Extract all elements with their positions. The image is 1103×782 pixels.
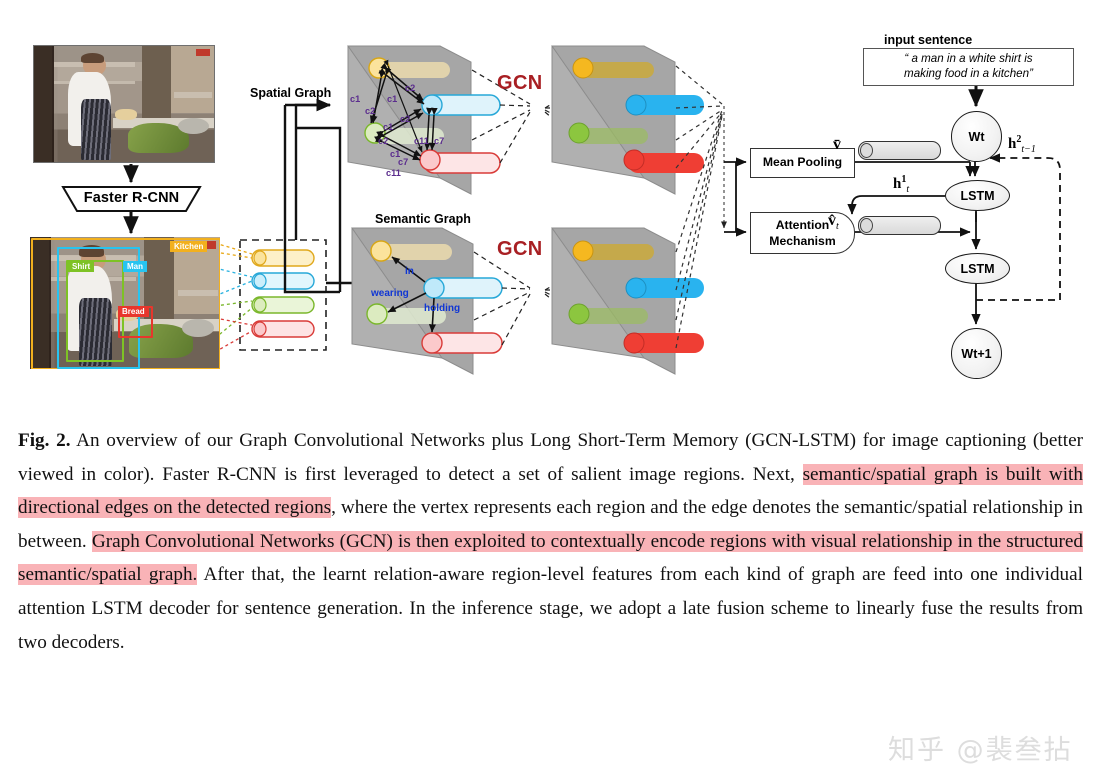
spatial-edge-label-c7-a: c7 — [434, 136, 445, 146]
h1-symbol: h1t — [893, 174, 910, 195]
spatial-edge-label-c1-c: c1 — [383, 122, 394, 132]
gcn-label-spatial: GCN — [497, 72, 543, 94]
h2-symbol: h2t−1 — [1008, 134, 1036, 155]
lstm2-label: LSTM — [960, 261, 995, 276]
spatial-edge-label-c1-b: c1 — [387, 94, 398, 104]
region-feature-pills — [251, 249, 315, 338]
input-sentence-box: “ a man in a white shirt is making food … — [863, 48, 1074, 86]
attention-label-line2: Mechanism — [769, 234, 836, 248]
region-correspondence-lines — [214, 242, 253, 353]
lstm1-label: LSTM — [960, 188, 995, 203]
word-output-node: Wt+1 — [951, 328, 1002, 379]
zhihu-watermark: 知乎 @裴叁拈 — [888, 735, 1073, 766]
figure-container: Kitchen Shirt Man Bread Faster R-CNN Spa… — [0, 0, 1103, 782]
mean-pooling-label: Mean Pooling — [762, 155, 843, 169]
input-image-photo — [33, 45, 215, 163]
semantic-edge-label-wearing: wearing — [371, 288, 409, 299]
input-sentence-label: input sentence — [884, 33, 973, 47]
caption-prefix: Fig. 2. — [18, 430, 71, 451]
v-bar-vector — [858, 141, 941, 160]
spatial-edge-label-c2-c: c2 — [400, 114, 411, 124]
faster-rcnn-label: Faster R-CNN — [83, 190, 180, 206]
lstm-attention-node: LSTM — [945, 180, 1010, 211]
detection-box-shirt — [66, 260, 124, 362]
spatial-edge-label-c2-a: c2 — [365, 106, 376, 116]
spatial-graph-label: Spatial Graph — [250, 86, 332, 100]
detected-regions-photo: Kitchen Shirt Man Bread — [30, 237, 220, 369]
spatial-output-plane — [551, 45, 704, 195]
semantic-graph-label: Semantic Graph — [375, 212, 471, 226]
spatial-edge-label-c1-d: c2 — [378, 136, 389, 146]
v-hat-symbol: v̂t — [828, 212, 839, 233]
detection-label-man: Man — [123, 261, 147, 273]
input-sentence-line1: “ a man in a white shirt is — [904, 52, 1033, 65]
gcn-label-semantic: GCN — [497, 238, 543, 260]
v-bar-symbol: v̄ — [833, 136, 841, 153]
lstm-language-node: LSTM — [945, 253, 1010, 284]
spatial-edge-label-c7-b: c7 — [398, 157, 409, 167]
semantic-graph-plane — [351, 227, 503, 375]
input-sentence-line2: making food in a kitchen” — [904, 67, 1033, 80]
faster-rcnn-block: Faster R-CNN — [63, 186, 200, 212]
word-output-label: Wt+1 — [961, 346, 992, 361]
semantic-output-plane — [551, 227, 704, 375]
attention-mechanism-block: Attention Mechanism — [750, 212, 855, 254]
detection-label-bread: Bread — [118, 306, 149, 318]
semantic-edge-label-holding: holding — [424, 303, 461, 314]
spatial-edge-label-c1-a: c1 — [350, 94, 361, 104]
word-input-label: Wt — [968, 129, 985, 144]
semantic-edge-label-in: in — [405, 266, 414, 277]
word-input-node: Wt — [951, 111, 1002, 162]
detection-label-kitchen: Kitchen — [170, 241, 208, 253]
v-hat-vector — [858, 216, 941, 235]
spatial-edge-label-c11-b: c11 — [386, 168, 401, 178]
figure-caption: Fig. 2. An overview of our Graph Convolu… — [18, 424, 1083, 659]
spatial-graph-plane — [347, 45, 501, 195]
spatial-edge-label-c11-a: c11 — [414, 136, 429, 146]
spatial-edge-label-c2-b: c2 — [405, 83, 416, 93]
detection-label-shirt: Shirt — [68, 261, 95, 273]
